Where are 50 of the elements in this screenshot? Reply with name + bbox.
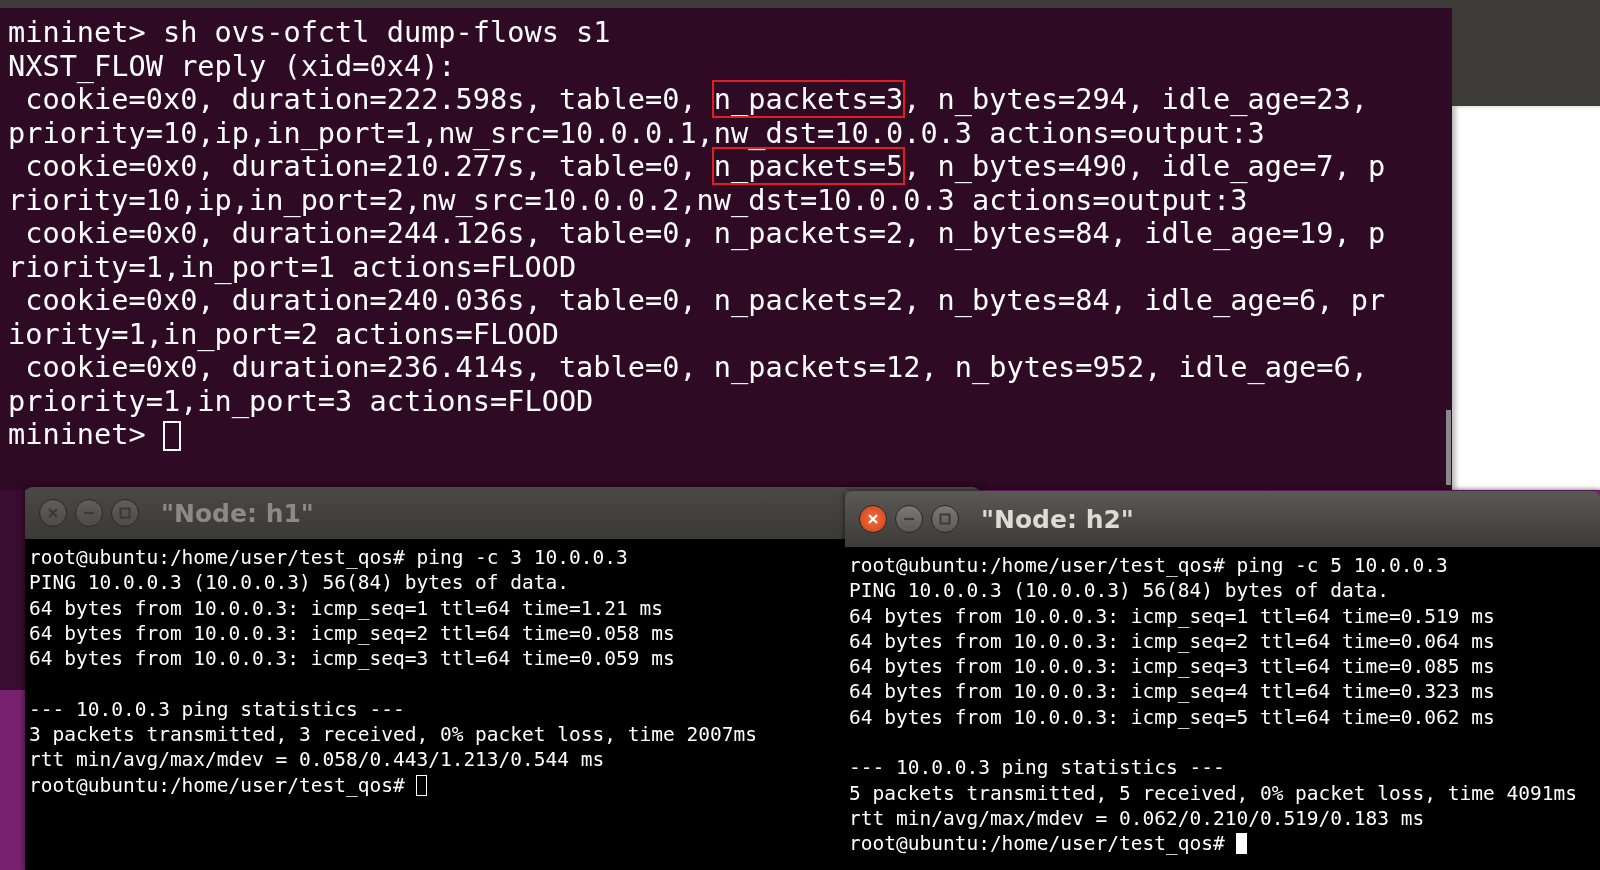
terminal-prompt: mininet> <box>8 417 146 451</box>
terminal-text: 3 packets transmitted, 3 received, 0% packet loss, time 2007ms <box>29 723 757 747</box>
maximize-icon <box>118 506 132 520</box>
terminal-prompt: root@ubuntu:/home/user/test_qos# <box>849 832 1226 856</box>
terminal-text: PING 10.0.0.3 (10.0.0.3) 56(84) bytes of data. <box>29 571 570 595</box>
terminal-text: --- 10.0.0.3 ping statistics --- <box>849 756 1225 780</box>
min-button[interactable] <box>895 505 923 533</box>
highlighted-text: n_packets=3 <box>713 82 904 116</box>
terminal-text: 64 bytes from 10.0.0.3: icmp_seq=4 ttl=64 time=0.323 ms <box>849 680 1495 704</box>
terminal-text: root@ubuntu:/home/user/test_qos# ping -c 5 10.0.0.3 <box>849 554 1448 577</box>
terminal-text: cookie=0x0, duration=244.126s, table=0, n_packets=2, n_bytes=84, idle_age=19, p <box>25 216 1386 250</box>
close-icon <box>46 506 60 520</box>
terminal-text: priority=10,ip,in_port=1,nw_src=10.0.0.1,nw_dst=10.0.0.3 actions=output:3 <box>8 115 1265 150</box>
terminal-text: NXST_FLOW reply (xid=0x4): <box>8 48 456 83</box>
terminal-text: 5 packets transmitted, 5 received, 0% packet loss, time 4091ms <box>849 781 1577 805</box>
close-icon <box>866 512 880 526</box>
terminal-text: rtt min/avg/max/mdev = 0.058/0.443/1.213/0.544 ms <box>29 748 605 772</box>
terminal-text: cookie=0x0, duration=222.598s, table=0, <box>25 82 698 116</box>
text-cursor <box>162 421 181 451</box>
terminal-prompt: root@ubuntu:/home/user/test_qos# <box>29 773 406 797</box>
terminal-text: cookie=0x0, duration=210.277s, table=0, <box>25 149 697 183</box>
window-title: "Node: h2" <box>981 504 1134 534</box>
terminal-text: --- 10.0.0.3 ping statistics --- <box>29 697 405 721</box>
terminal-text: iority=1,in_port=2 actions=FLOOD <box>8 316 559 351</box>
terminal-text: 64 bytes from 10.0.0.3: icmp_seq=3 ttl=64 time=0.085 ms <box>849 655 1495 679</box>
terminal-text: riority=1,in_port=1 actions=FLOOD <box>8 249 577 284</box>
terminal-text: 64 bytes from 10.0.0.3: icmp_seq=3 ttl=64 time=0.059 ms <box>29 647 675 671</box>
terminal-text: mininet> sh ovs-ofctl dump-flows s1 <box>8 15 611 49</box>
window-title: "Node: h1" <box>161 498 314 528</box>
terminal-text: riority=10,ip,in_port=2,nw_src=10.0.0.2,nw_dst=10.0.0.3 actions=output:3 <box>8 182 1248 217</box>
terminal-text: cookie=0x0, duration=240.036s, table=0, n_packets=2, n_bytes=84, idle_age=6, pr <box>25 283 1386 317</box>
terminal-text: 64 bytes from 10.0.0.3: icmp_seq=1 ttl=64 time=0.519 ms <box>849 604 1495 628</box>
terminal-text: rtt min/avg/max/mdev = 0.062/0.210/0.519/0.183 ms <box>849 806 1425 830</box>
terminal-text: cookie=0x0, duration=236.414s, table=0, n_packets=12, n_bytes=952, idle_age=6, <box>25 350 1368 384</box>
close-button[interactable] <box>859 505 887 533</box>
terminal-text: 64 bytes from 10.0.0.3: icmp_seq=2 ttl=64 time=0.058 ms <box>29 621 675 645</box>
terminal-text: PING 10.0.0.3 (10.0.0.3) 56(84) bytes of data. <box>849 579 1390 603</box>
max-button[interactable] <box>111 499 139 527</box>
terminal-text: , n_bytes=490, idle_age=7, p <box>903 149 1386 183</box>
terminal-text: 64 bytes from 10.0.0.3: icmp_seq=2 ttl=64 time=0.064 ms <box>849 629 1495 653</box>
max-button[interactable] <box>931 505 959 533</box>
highlighted-text: n_packets=5 <box>713 149 904 183</box>
scrollbar[interactable] <box>1446 410 1451 485</box>
terminal-text: 64 bytes from 10.0.0.3: icmp_seq=5 ttl=64 time=0.062 ms <box>849 705 1495 729</box>
terminal-text: , n_bytes=294, idle_age=23, <box>903 82 1368 116</box>
min-button[interactable] <box>75 499 103 527</box>
terminal-text: priority=1,in_port=3 actions=FLOOD <box>8 383 594 418</box>
terminal-text: root@ubuntu:/home/user/test_qos# ping -c 3 10.0.0.3 <box>29 546 628 569</box>
terminal-text: 64 bytes from 10.0.0.3: icmp_seq=1 ttl=64 time=1.21 ms <box>29 596 663 620</box>
maximize-icon <box>938 512 952 526</box>
